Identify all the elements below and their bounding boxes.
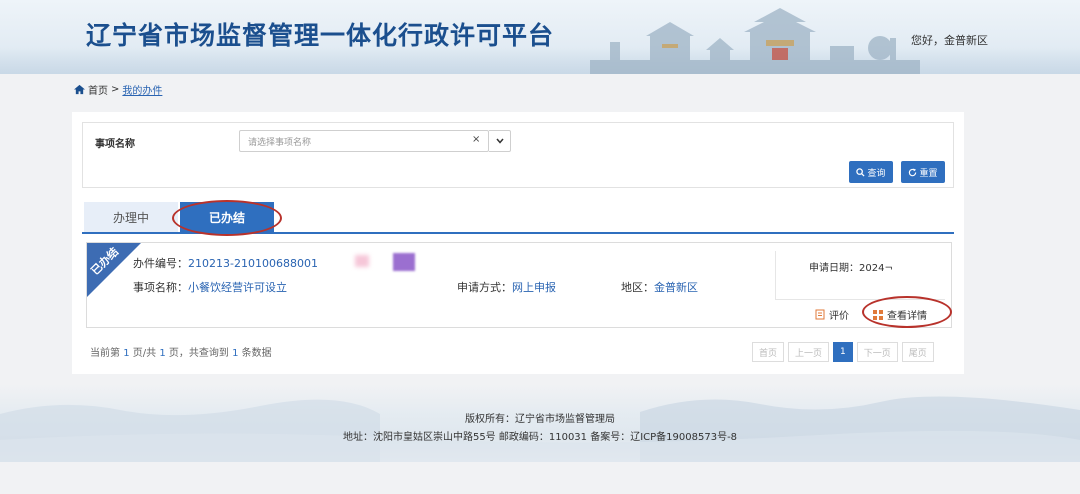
pager-text: 当前第 [90,348,120,359]
breadcrumb-my-cases[interactable]: 我的办件 [122,82,162,97]
pager-total-pages: 1 [159,348,166,359]
search-icon [856,167,866,177]
page-button[interactable]: 1 [833,342,853,362]
pager-total-records: 1 [232,348,239,359]
view-details-button[interactable]: 查看详情 [873,307,927,322]
grid-icon [873,309,883,320]
footer-copyright: 版权所有：辽宁省市场监督管理局 [465,414,615,425]
refresh-icon [909,167,917,176]
redaction-mark [355,255,369,267]
item-name-value: 小餐饮经营许可设立 [188,281,287,294]
prev-page-button[interactable]: 上一页 [788,342,830,362]
user-greeting[interactable]: 您好，金普新区 [911,32,988,48]
tab-completed-label: 已办结 [208,210,245,225]
region-row: 地区：金普新区 [621,279,698,295]
document-icon [815,309,825,320]
tab-in-progress[interactable]: 办理中 [84,202,178,232]
filter-panel: 事项名称 请选择事项名称 × 查询 重置 [82,122,954,188]
item-name-placeholder: 请选择事项名称 [248,138,312,148]
evaluate-label: 评价 [829,311,849,322]
landmark-skyline-illustration [590,8,920,74]
home-icon [74,84,85,95]
site-header: 辽宁省市场监督管理一体化行政许可平台 您好，金普新区 [0,0,1080,74]
region-value: 金普新区 [654,281,698,294]
apply-date-label: 申请日期： [809,263,859,274]
reset-button[interactable]: 重置 [901,161,945,183]
reset-button-label: 重置 [919,167,938,178]
tab-completed[interactable]: 已办结 [180,202,274,232]
site-footer: 版权所有：辽宁省市场监督管理局 地址：沈阳市皇姑区崇山中路55号 邮政编码：11… [0,384,1080,462]
site-title: 辽宁省市场监督管理一体化行政许可平台 [86,21,555,50]
apply-date-value: 2024¬ [859,263,893,274]
tab-in-progress-label: 办理中 [112,210,149,225]
pagination: 首页 上一页 1 下一页 尾页 [752,342,934,362]
breadcrumb-separator: > [111,84,120,95]
apply-method-label: 申请方式： [457,281,512,294]
item-name-label: 事项名称 [95,139,135,150]
case-record: 已办结 办件编号：210213-210100688001 事项名称：小餐饮经营许… [86,242,952,328]
status-tabs: 办理中 已办结 [82,202,954,234]
clear-icon[interactable]: × [472,134,480,145]
item-name-row: 事项名称：小餐饮经营许可设立 [133,279,287,295]
apply-method-row: 申请方式：网上申报 [457,279,556,295]
pager-text: 页，共查询到 [168,348,229,359]
first-page-button[interactable]: 首页 [752,342,785,362]
last-page-button[interactable]: 尾页 [901,342,934,362]
query-button[interactable]: 查询 [849,161,893,183]
next-page-button[interactable]: 下一页 [856,342,898,362]
main-panel: 事项名称 请选择事项名称 × 查询 重置 办理中 已办结 已办结 办件编号：21… [72,112,964,374]
case-number-value: 210213-210100688001 [188,257,318,270]
pager-text: 页/共 [132,348,157,359]
chevron-down-icon [495,138,504,144]
apply-method-value: 网上申报 [512,281,556,294]
evaluate-button[interactable]: 评价 [815,307,849,322]
item-name-select[interactable]: 请选择事项名称 × [239,130,489,152]
breadcrumb-home[interactable]: 首页 [88,82,108,97]
query-button-label: 查询 [867,167,886,178]
redaction-mark [393,253,415,271]
divider [775,251,776,299]
breadcrumb: 首页 > 我的办件 [74,82,162,97]
item-name-field-label: 事项名称： [133,281,188,294]
apply-date-row: 申请日期：2024¬ [809,259,893,274]
pagination-info: 当前第 1 页/共 1 页，共查询到 1 条数据 [90,344,272,359]
dropdown-toggle[interactable] [489,130,511,152]
view-details-label: 查看详情 [887,311,927,322]
footer-address: 地址：沈阳市皇姑区崇山中路55号 邮政编码：110031 备案号：辽ICP备19… [342,432,738,443]
pager-text: 条数据 [241,348,272,359]
pager-current-page: 1 [123,348,130,359]
case-number-label: 办件编号： [133,257,188,270]
case-number-row: 办件编号：210213-210100688001 [133,255,318,271]
region-label: 地区： [621,281,654,294]
divider [775,299,945,300]
